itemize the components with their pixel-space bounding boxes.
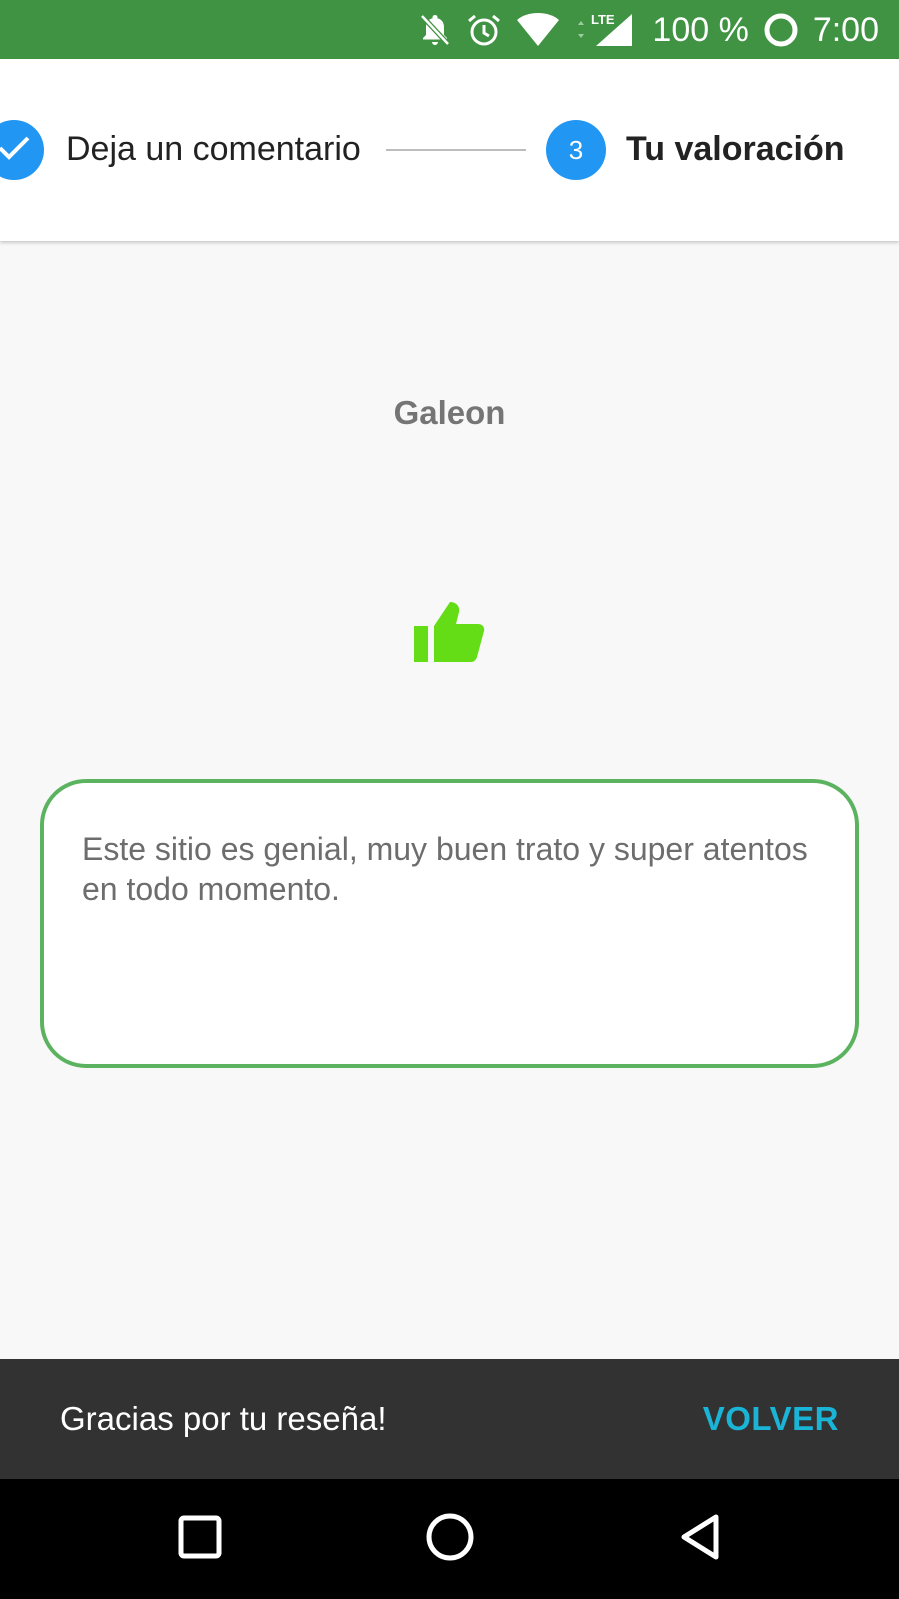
status-bar: LTE 100 % 7:00 xyxy=(0,0,899,59)
lte-signal-icon: LTE xyxy=(574,10,634,50)
snackbar: Gracias por tu reseña! VOLVER xyxy=(0,1359,899,1479)
system-nav-bar xyxy=(0,1479,899,1599)
step-label-rating: Tu valoración xyxy=(626,130,845,168)
comment-text: Este sitio es genial, muy buen trato y s… xyxy=(82,831,808,907)
back-icon xyxy=(678,1513,722,1566)
step-completed-indicator xyxy=(0,120,44,180)
step-label-comment: Deja un comentario xyxy=(66,130,361,168)
battery-saver-icon xyxy=(763,12,799,48)
notifications-off-icon xyxy=(418,12,452,48)
step-connector-line xyxy=(386,149,526,151)
wifi-icon xyxy=(516,12,560,48)
thumbs-up-icon xyxy=(412,598,486,664)
alarm-icon xyxy=(466,12,502,48)
lte-label: LTE xyxy=(591,12,615,27)
check-icon xyxy=(0,134,31,167)
place-name: Galeon xyxy=(393,394,506,431)
recents-button[interactable] xyxy=(140,1479,260,1599)
recents-icon xyxy=(178,1515,222,1564)
home-button[interactable] xyxy=(390,1479,510,1599)
stepper-header: Deja un comentario 3 Tu valoración xyxy=(0,59,899,241)
snackbar-message: Gracias por tu reseña! xyxy=(60,1400,387,1437)
comment-textarea[interactable]: Este sitio es genial, muy buen trato y s… xyxy=(40,779,859,1068)
home-icon xyxy=(425,1512,475,1567)
volver-button[interactable]: VOLVER xyxy=(703,1399,839,1439)
step-number-badge: 3 xyxy=(546,120,606,180)
back-button[interactable] xyxy=(640,1479,760,1599)
clock: 7:00 xyxy=(812,10,879,49)
battery-percentage: 100 % xyxy=(652,10,749,49)
